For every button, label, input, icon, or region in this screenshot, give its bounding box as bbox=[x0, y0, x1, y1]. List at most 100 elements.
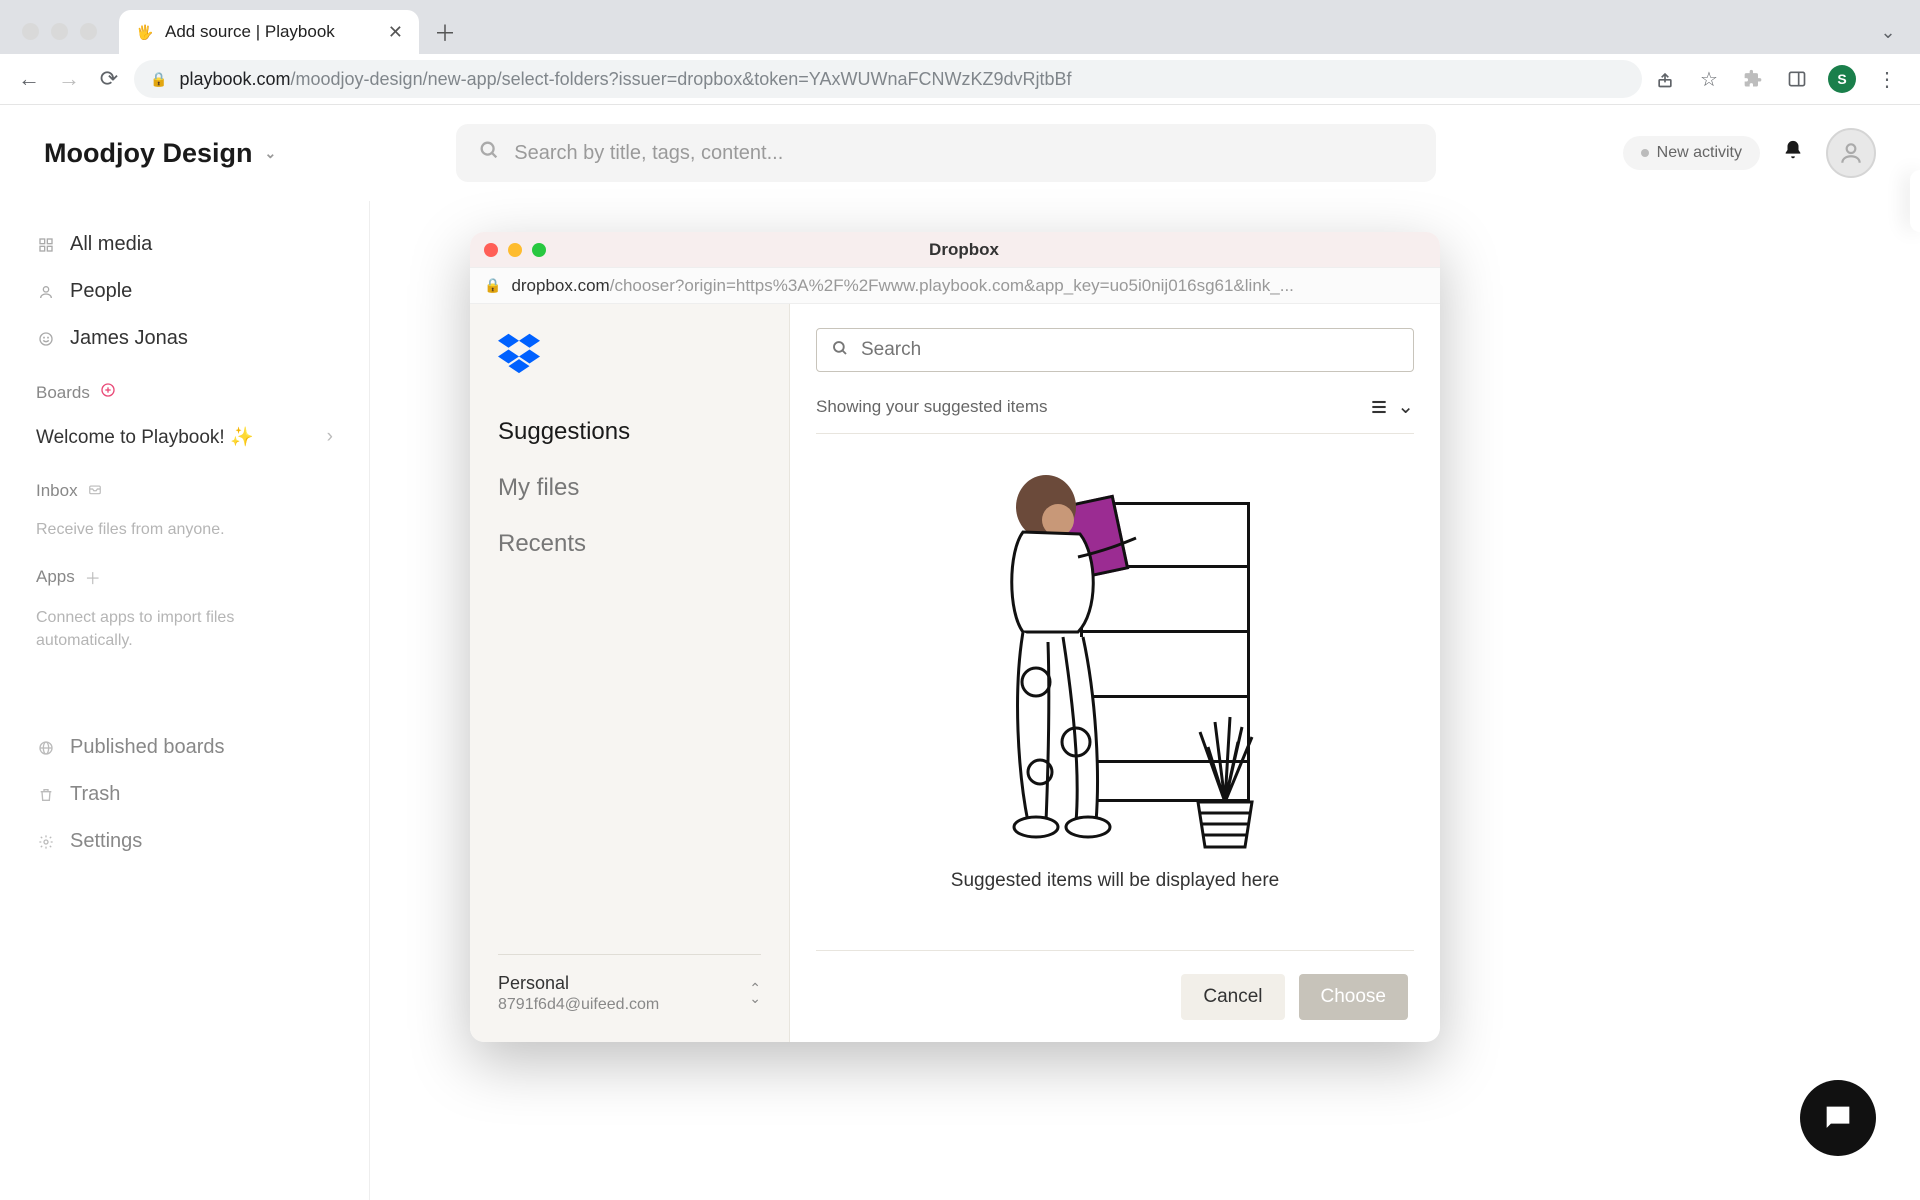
nav-myfiles[interactable]: My files bbox=[498, 460, 761, 516]
browser-tab[interactable]: 🖐 Add source | Playbook ✕ bbox=[119, 10, 419, 54]
lock-icon: 🔒 bbox=[484, 277, 501, 294]
lock-icon: 🔒 bbox=[150, 71, 167, 88]
activity-pill[interactable]: New activity bbox=[1623, 136, 1760, 170]
reload-button[interactable]: ⟳ bbox=[94, 64, 124, 94]
view-options-button[interactable]: ⌄ bbox=[1369, 394, 1414, 419]
grid-icon bbox=[36, 237, 56, 253]
global-search[interactable] bbox=[456, 124, 1436, 182]
updown-caret-icon: ⌃⌄ bbox=[749, 984, 761, 1004]
apps-header[interactable]: Apps ＋ bbox=[36, 549, 333, 595]
nav-recents[interactable]: Recents bbox=[498, 516, 761, 572]
add-app-button[interactable]: ＋ bbox=[85, 565, 101, 589]
profile-badge[interactable]: S bbox=[1828, 65, 1856, 93]
search-icon bbox=[478, 139, 500, 167]
notifications-button[interactable] bbox=[1782, 139, 1804, 167]
sidebar: All media People James Jonas Boards Welc… bbox=[0, 201, 370, 1200]
sidebar-item-allmedia[interactable]: All media bbox=[36, 225, 333, 264]
user-avatar[interactable] bbox=[1826, 128, 1876, 178]
modal-title: Dropbox bbox=[502, 240, 1426, 260]
dropbox-chooser-modal: Dropbox 🔒 dropbox.com/chooser?origin=htt… bbox=[470, 232, 1440, 1042]
modal-sidebar: Suggestions My files Recents Personal 87… bbox=[470, 304, 790, 1042]
boards-label: Boards bbox=[36, 383, 90, 403]
choose-button[interactable]: Choose bbox=[1299, 974, 1409, 1020]
sidebar-item-label: Settings bbox=[70, 830, 142, 853]
trash-icon bbox=[36, 787, 56, 803]
modal-titlebar: Dropbox bbox=[470, 232, 1440, 268]
sidebar-item-settings[interactable]: Settings bbox=[36, 822, 333, 861]
modal-footer: Cancel Choose bbox=[816, 950, 1414, 1042]
inbox-label: Inbox bbox=[36, 481, 78, 501]
side-peek-handle[interactable] bbox=[1910, 170, 1920, 232]
gear-icon bbox=[36, 834, 56, 850]
dropbox-logo-icon bbox=[498, 332, 540, 374]
list-header-row: Showing your suggested items ⌄ bbox=[816, 372, 1414, 434]
toolbar-right: ☆ S ⋮ bbox=[1652, 65, 1906, 93]
sidebar-item-label: Trash bbox=[70, 783, 120, 806]
modal-search[interactable] bbox=[816, 328, 1414, 372]
tabs-dropdown-button[interactable]: ⌄ bbox=[1870, 14, 1906, 50]
boards-header: Boards bbox=[36, 366, 333, 409]
sidebar-item-people[interactable]: People bbox=[36, 272, 333, 311]
sidebar-item-james[interactable]: James Jonas bbox=[36, 319, 333, 358]
empty-illustration bbox=[960, 472, 1270, 852]
sidebar-item-trash[interactable]: Trash bbox=[36, 775, 333, 814]
forward-button[interactable]: → bbox=[54, 64, 84, 94]
browser-chrome: 🖐 Add source | Playbook ✕ ＋ ⌄ ← → ⟳ 🔒 pl… bbox=[0, 0, 1920, 105]
modal-body: Suggestions My files Recents Personal 87… bbox=[470, 304, 1440, 1042]
add-board-button[interactable] bbox=[100, 382, 116, 403]
kebab-menu-icon[interactable]: ⋮ bbox=[1874, 66, 1900, 92]
inbox-icon bbox=[88, 481, 102, 501]
url-path: /moodjoy-design/new-app/select-folders?i… bbox=[291, 69, 1072, 89]
share-icon[interactable] bbox=[1652, 66, 1678, 92]
header-right: New activity bbox=[1623, 128, 1876, 178]
sidebar-item-label: All media bbox=[70, 233, 152, 256]
account-switcher[interactable]: Personal 8791f6d4@uifeed.com ⌃⌄ bbox=[498, 954, 761, 1014]
back-button[interactable]: ← bbox=[14, 64, 44, 94]
chevron-right-icon: › bbox=[327, 426, 333, 448]
app-header: Moodjoy Design ⌄ New activity bbox=[0, 105, 1920, 201]
modal-address-bar: 🔒 dropbox.com/chooser?origin=https%3A%2F… bbox=[470, 268, 1440, 304]
chevron-down-icon: ⌄ bbox=[1397, 394, 1414, 419]
workspace-title: Moodjoy Design bbox=[44, 138, 253, 169]
account-email: 8791f6d4@uifeed.com bbox=[498, 996, 659, 1014]
tab-favicon-icon: 🖐 bbox=[135, 22, 155, 42]
list-header-text: Showing your suggested items bbox=[816, 397, 1048, 417]
window-close-dot[interactable] bbox=[22, 23, 39, 40]
cancel-button[interactable]: Cancel bbox=[1181, 974, 1284, 1020]
bookmark-icon[interactable]: ☆ bbox=[1696, 66, 1722, 92]
address-bar[interactable]: 🔒 playbook.com/moodjoy-design/new-app/se… bbox=[134, 60, 1642, 98]
search-input[interactable] bbox=[514, 142, 1414, 165]
window-minimize-dot[interactable] bbox=[51, 23, 68, 40]
window-zoom-dot[interactable] bbox=[80, 23, 97, 40]
apps-label: Apps bbox=[36, 567, 75, 587]
chevron-down-icon: ⌄ bbox=[265, 145, 277, 162]
board-welcome[interactable]: Welcome to Playbook! ✨ › bbox=[36, 417, 333, 457]
tab-close-icon[interactable]: ✕ bbox=[388, 22, 403, 43]
sidebar-item-label: Published boards bbox=[70, 736, 225, 759]
search-icon bbox=[831, 339, 849, 362]
account-name: Personal bbox=[498, 973, 659, 994]
sidebar-item-label: James Jonas bbox=[70, 327, 188, 350]
url-host: playbook.com bbox=[179, 69, 290, 89]
activity-label: New activity bbox=[1657, 144, 1742, 162]
sidepanel-icon[interactable] bbox=[1784, 66, 1810, 92]
address-url: playbook.com/moodjoy-design/new-app/sele… bbox=[179, 69, 1071, 90]
empty-state-text: Suggested items will be displayed here bbox=[951, 870, 1279, 892]
modal-url-host: dropbox.com bbox=[511, 276, 609, 295]
modal-close-dot[interactable] bbox=[484, 243, 498, 257]
chat-fab[interactable] bbox=[1800, 1080, 1876, 1156]
modal-search-input[interactable] bbox=[861, 339, 1399, 361]
nav-suggestions[interactable]: Suggestions bbox=[498, 404, 761, 460]
window-traffic-lights[interactable] bbox=[14, 23, 111, 54]
extensions-icon[interactable] bbox=[1740, 66, 1766, 92]
person-icon bbox=[36, 284, 56, 300]
inbox-sub: Receive files from anyone. bbox=[36, 515, 333, 541]
empty-state: Suggested items will be displayed here bbox=[816, 434, 1414, 950]
workspace-switcher[interactable]: Moodjoy Design ⌄ bbox=[44, 138, 276, 169]
new-tab-button[interactable]: ＋ bbox=[427, 14, 463, 50]
sidebar-item-label: People bbox=[70, 280, 132, 303]
sidebar-item-published[interactable]: Published boards bbox=[36, 728, 333, 767]
tab-strip: 🖐 Add source | Playbook ✕ ＋ ⌄ bbox=[0, 0, 1920, 54]
inbox-header[interactable]: Inbox bbox=[36, 465, 333, 507]
activity-status-dot bbox=[1641, 149, 1649, 157]
